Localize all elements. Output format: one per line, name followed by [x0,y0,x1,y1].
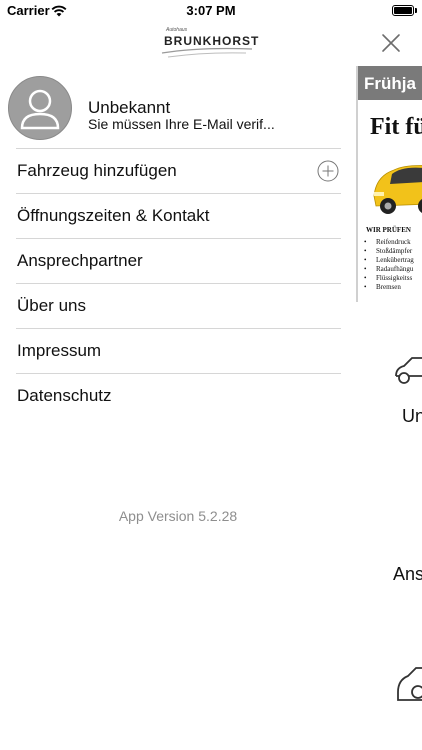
promo-banner-strip: Frühja [358,66,422,100]
brand-logo: Autohaus BRUNKHORST [160,27,260,61]
promo-check-item: Radaufhängu [364,265,414,274]
promo-heading: Fit fü [370,114,422,140]
menu-item-imprint[interactable]: Impressum [16,328,341,373]
logo-small-text: Autohaus [166,27,188,33]
promo-check-item: Stoßdämpfer [364,247,414,256]
close-button[interactable] [379,31,403,55]
promo-check-item: Reifendruck [364,238,414,247]
promo-check-title: WIR PRÜFEN [366,226,411,234]
user-name: Unbekannt [88,98,171,117]
menu-item-label: Fahrzeug hinzufügen [17,161,177,180]
menu-item-label: Impressum [17,341,102,360]
logo-main-text: BRUNKHORST [164,34,260,48]
menu-item-label: Über uns [17,296,86,315]
menu-item-label: Ansprechpartner [17,251,143,270]
battery-icon [392,5,414,16]
menu-list: Fahrzeug hinzufügen Öffnungszeiten & Kon… [16,148,341,418]
promo-check-item: Lenkübertrag [364,256,414,265]
menu-item-privacy[interactable]: Datenschutz [16,373,341,418]
car-image [373,165,422,214]
menu-item-contact-persons[interactable]: Ansprechpartner [16,238,341,283]
contact-icon[interactable] [418,506,422,526]
status-time: 3:07 PM [186,3,236,18]
menu-item-about[interactable]: Über uns [16,283,341,328]
menu-item-label: Öffnungszeiten & Kontakt [17,206,210,225]
user-icon [20,89,60,130]
promo-check-item: Flüssigkeitss [364,274,414,283]
promo-banner-image[interactable]: Frühja Fit fü WIR PRÜFEN Reifendruck Sto… [356,66,422,302]
avatar [8,76,72,140]
menu-item-opening-hours[interactable]: Öffnungszeiten & Kontakt [16,193,341,238]
promo-check-list: Reifendruck Stoßdämpfer Lenkübertrag Rad… [364,238,414,292]
battery-tip [415,8,417,13]
peek-tile-label-2[interactable]: Ans [393,564,422,585]
main-content-peek[interactable]: Frühja Fit fü WIR PRÜFEN Reifendruck Sto… [356,66,422,750]
user-status: Sie müssen Ihre E-Mail verif... [88,116,275,132]
menu-item-label: Datenschutz [17,386,112,405]
car-outline-icon[interactable] [394,354,422,388]
status-bar: Carrier 3:07 PM [0,0,422,22]
profile-header[interactable]: Unbekannt Sie müssen Ihre E-Mail verif..… [8,76,348,140]
peek-tile-label-1[interactable]: Un [402,406,422,427]
menu-item-add-vehicle[interactable]: Fahrzeug hinzufügen [16,148,341,193]
plus-circle-icon[interactable] [317,160,339,182]
promo-check-item: Bremsen [364,283,414,292]
app-version: App Version 5.2.28 [118,508,238,524]
car-outline-icon[interactable] [394,662,422,706]
promo-banner-text: Frühja [364,74,416,93]
close-icon [382,34,400,52]
